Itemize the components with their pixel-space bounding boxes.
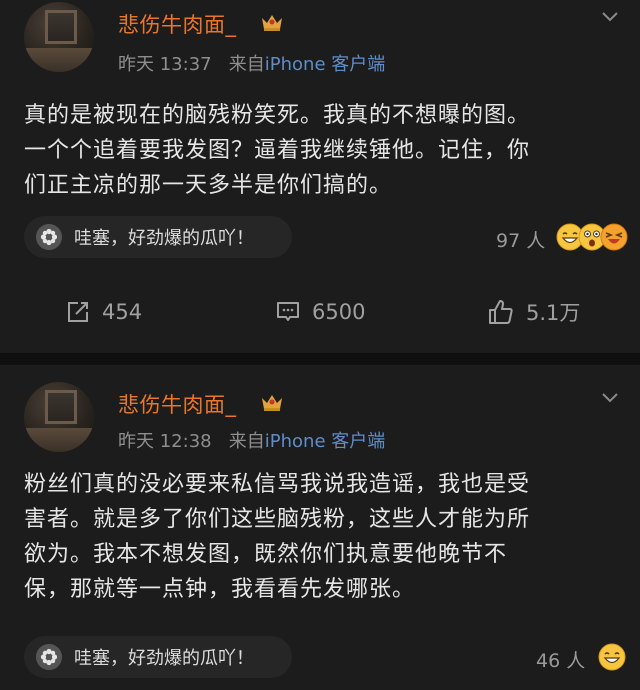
content-line: 真的是被现在的脑残粉笑死。我真的不想曝的图。	[24, 103, 531, 128]
comment-count: 6500	[312, 300, 366, 324]
reaction-text: 哇塞，好劲爆的瓜吖！	[74, 648, 254, 669]
post-actions: 454 6500 5.1万	[0, 290, 640, 334]
content-line: 一个个追着要我发图？逼着我继续锤他。记住，你	[24, 138, 531, 163]
comment-icon	[277, 302, 299, 321]
share-icon	[68, 302, 88, 322]
thumbs-up-icon	[489, 300, 513, 324]
avatar[interactable]	[24, 382, 94, 452]
flower-icon	[36, 644, 62, 670]
chevron-down-icon[interactable]	[602, 12, 618, 22]
avatar[interactable]	[24, 2, 94, 72]
post-content: 粉丝们真的没必要来私信骂我说我造谣，我也是受 害者。就是多了你们这些脑残粉，这些…	[24, 467, 620, 607]
post-time: 昨天 13:37	[118, 54, 212, 75]
flower-icon	[36, 224, 62, 250]
content-line: 害者。就是多了你们这些脑残粉，这些人才能为所	[24, 507, 531, 532]
laugh-emoji	[600, 223, 628, 251]
post-meta: 昨天 12:38 来自iPhone 客户端	[118, 427, 385, 453]
source-link[interactable]: iPhone 客户端	[265, 54, 385, 75]
like-count: 5.1万	[526, 301, 581, 325]
reaction-emojis[interactable]	[598, 643, 628, 671]
reaction-pill[interactable]: 哇塞，好劲爆的瓜吖！	[24, 216, 292, 258]
weibo-post-2: 悲伤牛肉面_ 昨天 12:38 来自iPhone 客户端 粉丝们真的没必要来私信…	[0, 365, 640, 690]
chevron-down-icon[interactable]	[602, 393, 618, 403]
post-meta: 昨天 13:37 来自iPhone 客户端	[118, 50, 385, 76]
comment-button[interactable]: 6500	[276, 298, 365, 326]
reaction-count: 97 人	[496, 230, 546, 252]
username[interactable]: 悲伤牛肉面_	[118, 9, 237, 39]
username[interactable]: 悲伤牛肉面_	[118, 389, 237, 419]
source-prefix: 来自	[228, 54, 265, 75]
reaction-emojis[interactable]	[556, 223, 630, 251]
share-count: 454	[102, 300, 143, 324]
content-line: 欲为。我本不想发图，既然你们执意要他晚节不	[24, 542, 508, 567]
source-prefix: 来自	[228, 431, 265, 452]
grin-emoji	[598, 643, 626, 671]
vip-crown-icon	[262, 395, 282, 411]
reaction-text: 哇塞，好劲爆的瓜吖！	[74, 228, 254, 249]
reaction-pill[interactable]: 哇塞，好劲爆的瓜吖！	[24, 636, 292, 678]
content-line: 保，那就等一点钟，我看看先发哪张。	[24, 577, 416, 602]
content-line: 粉丝们真的没必要来私信骂我说我造谣，我也是受	[24, 472, 531, 497]
content-line: 们正主凉的那一天多半是你们搞的。	[24, 173, 393, 198]
like-button[interactable]: 5.1万	[488, 298, 580, 326]
post-content: 真的是被现在的脑残粉笑死。我真的不想曝的图。 一个个追着要我发图？逼着我继续锤他…	[24, 98, 620, 203]
source-link[interactable]: iPhone 客户端	[265, 431, 385, 452]
share-button[interactable]: 454	[66, 298, 142, 326]
vip-crown-icon	[262, 15, 282, 31]
weibo-post-1: 悲伤牛肉面_ 昨天 13:37 来自iPhone 客户端 真的是被现在的脑残粉笑…	[0, 0, 640, 353]
reaction-count: 46 人	[536, 650, 586, 672]
post-time: 昨天 12:38	[118, 431, 212, 452]
